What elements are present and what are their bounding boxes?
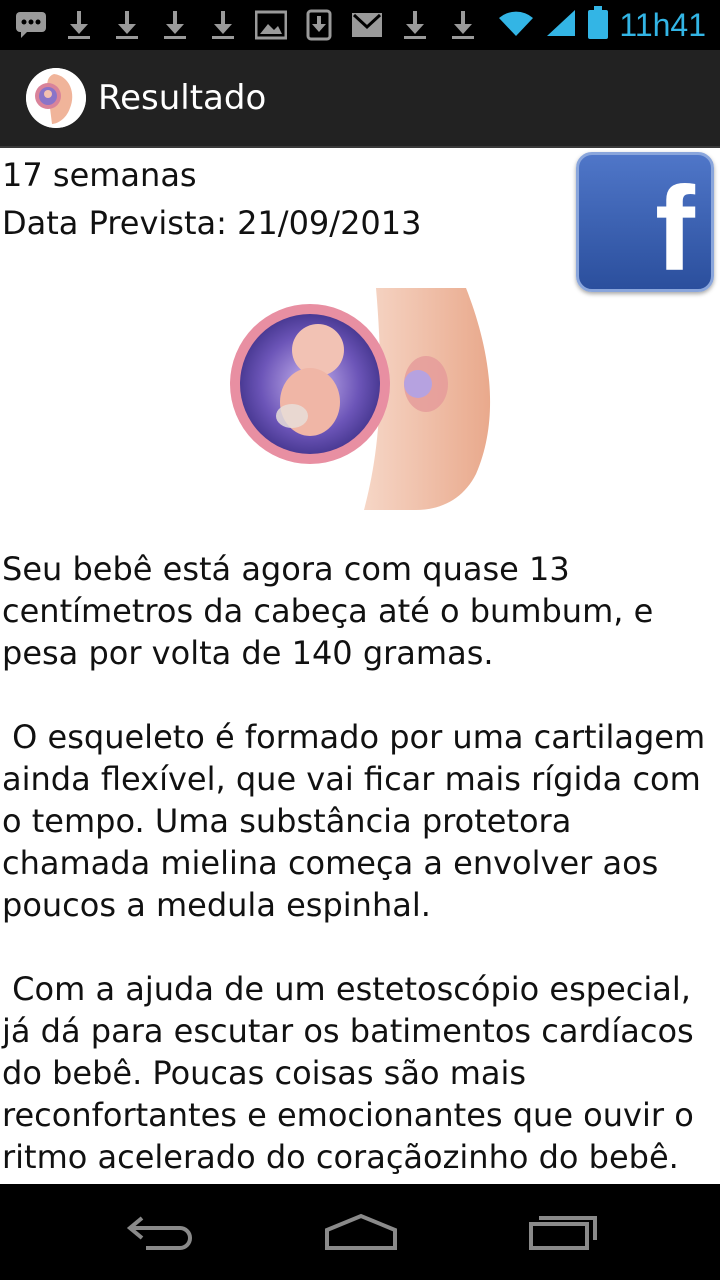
download-icon bbox=[62, 8, 96, 42]
home-icon bbox=[325, 1213, 397, 1250]
notification-icons bbox=[14, 8, 480, 42]
status-bar: 11h41 bbox=[0, 0, 720, 50]
gmail-icon bbox=[350, 8, 384, 42]
signal-icon bbox=[545, 8, 577, 43]
app-logo-icon[interactable] bbox=[26, 68, 86, 128]
facebook-icon: f bbox=[655, 162, 695, 296]
download-icon bbox=[158, 8, 192, 42]
result-content[interactable]: 17 semanas Data Prevista: 21/09/2013 f S… bbox=[0, 148, 720, 1184]
due-date-label: Data Prevista: 21/09/2013 bbox=[2, 204, 422, 242]
recent-apps-button[interactable] bbox=[518, 1206, 608, 1258]
download-icon bbox=[206, 8, 240, 42]
navigation-bar bbox=[0, 1184, 720, 1280]
download-icon bbox=[398, 8, 432, 42]
page-title: Resultado bbox=[98, 78, 267, 118]
status-time: 11h41 bbox=[619, 7, 706, 43]
download-icon bbox=[110, 8, 144, 42]
week-description: Seu bebê está agora com quase 13 centíme… bbox=[2, 550, 706, 1176]
back-button[interactable] bbox=[116, 1206, 206, 1258]
status-right: 11h41 bbox=[497, 6, 706, 45]
download-icon bbox=[446, 8, 480, 42]
action-bar: Resultado bbox=[0, 50, 720, 148]
message-icon bbox=[14, 8, 48, 42]
download-box-icon bbox=[302, 8, 336, 42]
battery-icon bbox=[587, 6, 609, 45]
home-button[interactable] bbox=[316, 1206, 406, 1258]
recent-apps-icon bbox=[529, 1216, 597, 1250]
facebook-share-button[interactable]: f bbox=[576, 152, 714, 292]
image-icon bbox=[254, 8, 288, 42]
wifi-icon bbox=[497, 8, 535, 43]
back-icon bbox=[126, 1216, 192, 1250]
weeks-label: 17 semanas bbox=[2, 156, 197, 194]
fetus-illustration bbox=[226, 284, 496, 514]
